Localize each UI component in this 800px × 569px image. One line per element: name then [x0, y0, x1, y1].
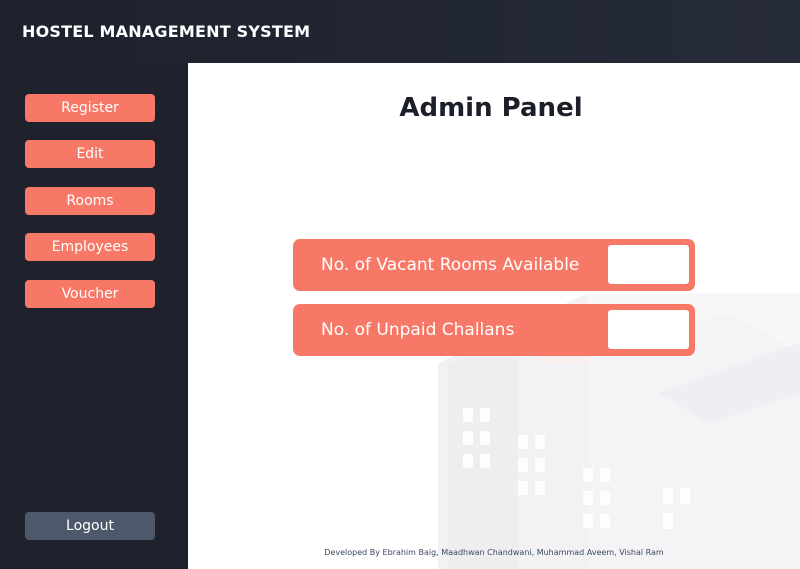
employees-button[interactable]: Employees	[25, 233, 155, 261]
vacant-rooms-label: No. of Vacant Rooms Available	[321, 255, 580, 275]
unpaid-challans-card: No. of Unpaid Challans	[293, 304, 695, 356]
main-content: Admin Panel No. of Vacant Rooms Availabl…	[188, 63, 800, 569]
developer-credits: Developed By Ebrahim Baig, Maadhwan Chan…	[324, 548, 664, 557]
logout-button[interactable]: Logout	[25, 512, 155, 540]
register-button[interactable]: Register	[25, 94, 155, 122]
unpaid-challans-field[interactable]	[608, 310, 689, 349]
vacant-rooms-field[interactable]	[608, 245, 689, 284]
unpaid-challans-label: No. of Unpaid Challans	[321, 320, 515, 340]
vacant-rooms-card: No. of Vacant Rooms Available	[293, 239, 695, 291]
voucher-button[interactable]: Voucher	[25, 280, 155, 308]
app-title: HOSTEL MANAGEMENT SYSTEM	[22, 22, 311, 41]
page-title: Admin Panel	[399, 93, 583, 123]
app-header: HOSTEL MANAGEMENT SYSTEM	[0, 0, 800, 63]
rooms-button[interactable]: Rooms	[25, 187, 155, 215]
sidebar: Register Edit Rooms Employees Voucher Lo…	[0, 63, 188, 569]
edit-button[interactable]: Edit	[25, 140, 155, 168]
